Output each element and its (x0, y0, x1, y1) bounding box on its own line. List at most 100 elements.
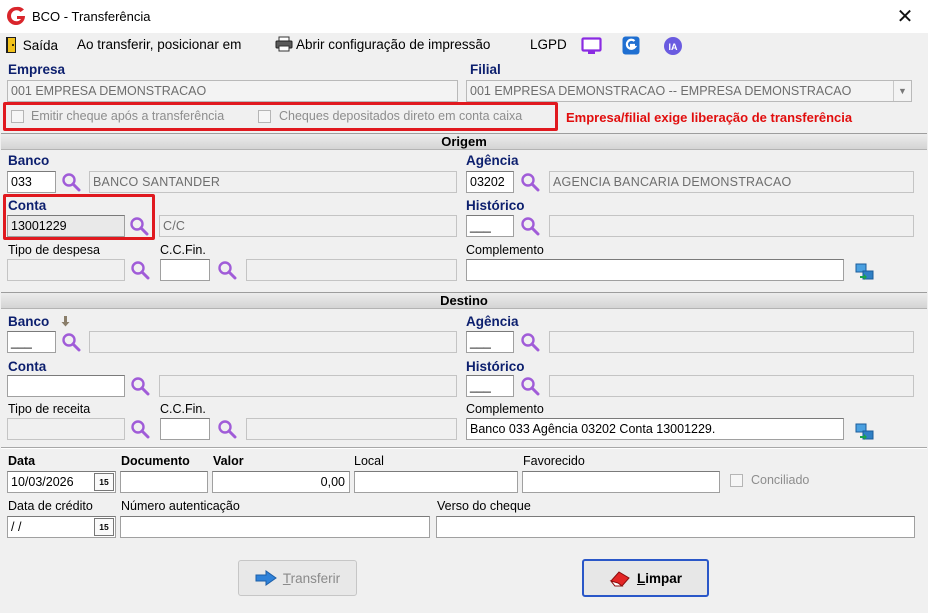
destino-agencia-code: ___ (470, 335, 491, 349)
emitir-cheque-label: Emitir cheque após a transferência (31, 109, 225, 123)
position-menu[interactable]: Ao transferir, posicionar em (77, 37, 241, 52)
origem-ccfin-search-button[interactable] (216, 259, 238, 281)
calendar-day: 15 (99, 522, 109, 532)
origem-historico-search-button[interactable] (519, 215, 541, 237)
destino-complemento-input[interactable]: Banco 033 Agência 03202 Conta 13001229. (466, 418, 844, 440)
documento-label: Documento (121, 454, 190, 468)
verso-cheque-label: Verso do cheque (437, 499, 531, 513)
transferir-button[interactable]: Transferir (238, 560, 357, 596)
origem-banco-search-button[interactable] (60, 171, 82, 193)
destino-agencia-search-button[interactable] (519, 331, 541, 353)
emitir-cheque-checkbox[interactable] (11, 110, 24, 123)
origem-agencia-code: 03202 (470, 175, 505, 189)
origem-conta-desc: C/C (163, 219, 186, 233)
origem-conta-search-button[interactable] (128, 215, 150, 237)
destino-banco-code: ___ (11, 335, 32, 349)
favorecido-input[interactable] (522, 471, 720, 493)
conciliado-checkbox[interactable] (730, 474, 743, 487)
ai-assistant-icon[interactable]: IA (663, 36, 683, 56)
origem-agencia-name: AGENCIA BANCARIA DEMONSTRACAO (553, 175, 792, 189)
destino-banco-search-button[interactable] (60, 331, 82, 353)
origem-tipo-despesa-search-button[interactable] (129, 259, 151, 281)
destino-historico-search-button[interactable] (519, 375, 541, 397)
destino-ccfin-search-button[interactable] (216, 418, 238, 440)
origem-tipo-despesa-input[interactable] (7, 259, 125, 281)
valor-input[interactable]: 0,00 (212, 471, 350, 493)
toolbar: Saída Ao transferir, posicionar em Abrir… (0, 33, 928, 59)
destino-conta-label: Conta (8, 359, 47, 374)
limpar-button[interactable]: Limpar (582, 559, 709, 597)
destino-complemento-label: Complemento (466, 402, 544, 416)
documento-input[interactable] (120, 471, 208, 493)
origem-agencia-code-input[interactable]: 03202 (466, 171, 514, 193)
origem-historico-input[interactable]: ___ (466, 215, 514, 237)
origem-ccfin-input[interactable] (160, 259, 210, 281)
origem-complemento-label: Complemento (466, 243, 544, 257)
valor-label: Valor (213, 454, 244, 468)
destino-title: Destino (440, 293, 488, 308)
destino-tipo-receita-search-button[interactable] (129, 418, 151, 440)
data-value: 10/03/2026 (11, 475, 74, 489)
copy-complement-icon[interactable] (854, 261, 876, 283)
origem-historico-label: Histórico (466, 198, 525, 213)
destino-historico-input[interactable]: ___ (466, 375, 514, 397)
destino-ccfin-input[interactable] (160, 418, 210, 440)
title-bar: BCO - Transferência ✕ (0, 0, 928, 33)
destino-agencia-name-field (549, 331, 914, 353)
monitor-icon[interactable] (581, 37, 602, 55)
destino-agencia-code-input[interactable]: ___ (466, 331, 514, 353)
filial-select[interactable]: 001 EMPRESA DEMONSTRACAO -- EMPRESA DEMO… (466, 80, 912, 102)
data-credito-value: / / (11, 520, 22, 534)
lgpd-button[interactable]: LGPD (530, 37, 567, 52)
cheques-depositados-checkbox[interactable] (258, 110, 271, 123)
copy-complement-icon[interactable] (854, 421, 876, 443)
empresa-select[interactable]: 001 EMPRESA DEMONSTRACAO (7, 80, 458, 102)
svg-text:IA: IA (669, 42, 679, 52)
local-input[interactable] (354, 471, 518, 493)
search-icon (520, 172, 540, 192)
destino-historico-value: ___ (470, 379, 491, 393)
data-label: Data (8, 454, 36, 468)
calendar-icon[interactable]: 15 (94, 518, 114, 536)
origem-agencia-search-button[interactable] (519, 171, 541, 193)
destino-conta-input[interactable] (7, 375, 125, 397)
destino-agencia-label: Agência (466, 314, 519, 329)
origem-conta-value: 13001229 (11, 219, 67, 233)
destino-banco-code-input[interactable]: ___ (7, 331, 56, 353)
origem-complemento-input[interactable] (466, 259, 844, 281)
destino-tipo-receita-label: Tipo de receita (8, 402, 91, 416)
search-icon (61, 332, 81, 352)
search-icon (130, 260, 150, 280)
origem-ccfin-label: C.C.Fin. (160, 243, 206, 257)
limpar-label: Limpar (636, 570, 682, 586)
destino-ccfin-label: C.C.Fin. (160, 402, 206, 416)
search-icon (217, 260, 237, 280)
verso-cheque-input[interactable] (436, 516, 915, 538)
eraser-icon (609, 571, 630, 587)
destino-banco-name-field (89, 331, 457, 353)
g-app-icon[interactable] (622, 36, 640, 55)
filial-value: 001 EMPRESA DEMONSTRACAO -- EMPRESA DEMO… (470, 84, 852, 98)
conciliado-label: Conciliado (751, 473, 810, 487)
destino-conta-desc-field (159, 375, 457, 397)
destino-complemento-value: Banco 033 Agência 03202 Conta 13001229. (470, 422, 716, 436)
origem-title: Origem (441, 134, 487, 149)
chevron-down-icon: ▼ (898, 86, 907, 96)
exit-button[interactable]: Saída (5, 36, 58, 54)
destino-conta-search-button[interactable] (129, 375, 151, 397)
calendar-icon[interactable]: 15 (94, 473, 114, 491)
numero-autenticacao-input[interactable] (120, 516, 430, 538)
origem-historico-value: ___ (470, 219, 491, 233)
transfer-warning: Empresa/filial exige liberação de transf… (566, 110, 853, 125)
filial-dropdown-button[interactable]: ▼ (893, 81, 911, 101)
destino-section-header: Destino (1, 292, 927, 309)
transferir-label: Transferir (282, 570, 341, 586)
close-button[interactable]: ✕ (882, 0, 928, 33)
origem-conta-input[interactable]: 13001229 (7, 215, 125, 237)
origem-banco-code-input[interactable]: 033 (7, 171, 56, 193)
destino-tipo-receita-input[interactable] (7, 418, 125, 440)
window-title: BCO - Transferência (32, 9, 151, 24)
origem-banco-name: BANCO SANTANDER (93, 175, 221, 189)
print-config-button[interactable]: Abrir configuração de impressão (275, 36, 490, 52)
empresa-value: 001 EMPRESA DEMONSTRACAO (11, 84, 207, 98)
